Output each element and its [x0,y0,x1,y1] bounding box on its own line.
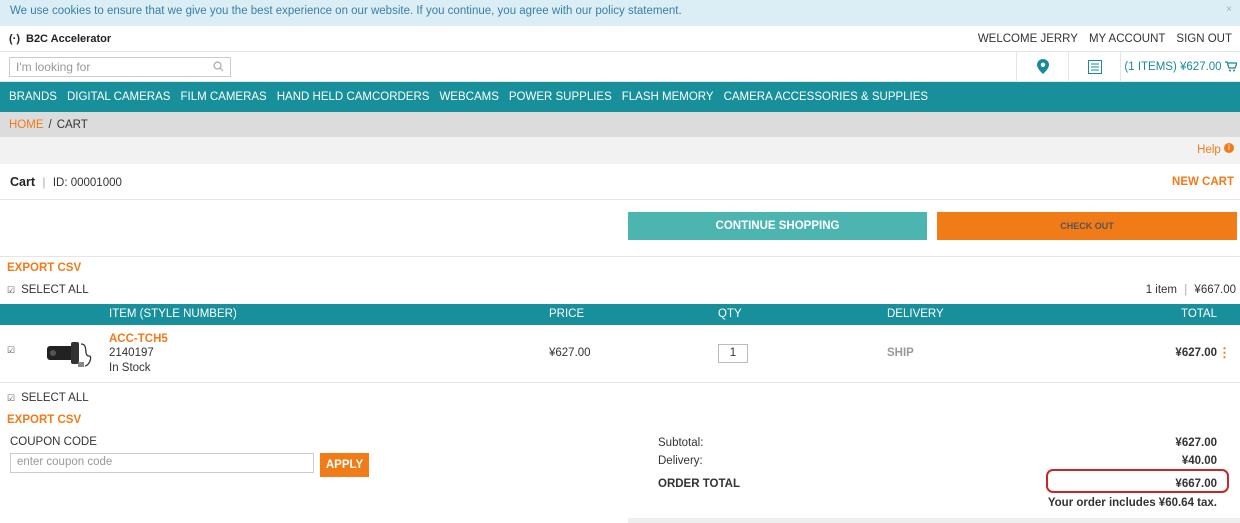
checkout-button[interactable]: CHECK OUT [937,212,1237,240]
item-count: 1 item [1145,284,1178,296]
cart-header: Cart | ID: 00001000 NEW CART [0,164,1240,200]
more-options-icon[interactable]: ⋮ [1218,345,1231,361]
bottom-divider [628,518,1240,523]
logo[interactable]: (·) B2C Accelerator [9,33,111,45]
stock-status: In Stock [109,362,151,374]
quantity-input[interactable]: 1 [718,344,748,363]
line-total: ¥627.00 [1175,347,1217,359]
nav-hand-held-camcorders[interactable]: HAND HELD CAMCORDERS [277,91,430,103]
help-info-icon[interactable]: i [1224,143,1234,153]
unit-price: ¥627.00 [549,347,591,359]
header-delivery: DELIVERY [887,308,944,320]
header-item: ITEM (STYLE NUMBER) [109,308,237,320]
new-cart-link[interactable]: NEW CART [1172,176,1234,188]
breadcrumb-current: CART [56,118,88,131]
subtotal-label: Subtotal: [658,437,704,449]
logo-text: B2C Accelerator [26,32,112,45]
top-bar: (·) B2C Accelerator WELCOME JERRY MY ACC… [0,26,1240,52]
close-icon[interactable]: × [1226,4,1232,15]
sign-out-link[interactable]: SIGN OUT [1176,33,1232,45]
cart-actions: CONTINUE SHOPPING CHECK OUT [0,200,1240,257]
product-image[interactable] [45,336,93,370]
header-total: TOTAL [1181,308,1217,320]
nav-film-cameras[interactable]: FILM CAMERAS [180,91,266,103]
header-price: PRICE [549,308,585,320]
breadcrumb: HOME / CART [0,112,1240,137]
search-icon[interactable] [213,61,224,72]
cart-table-header: ITEM (STYLE NUMBER) PRICE QTY DELIVERY T… [0,304,1240,325]
mini-cart-link[interactable]: (1 ITEMS) ¥627.00 [1120,51,1240,82]
my-account-link[interactable]: MY ACCOUNT [1089,33,1165,45]
nav-flash-memory[interactable]: FLASH MEMORY [622,91,714,103]
breadcrumb-home[interactable]: HOME [9,119,44,131]
product-code-link[interactable]: ACC-TCH5 [109,333,168,345]
style-number: 2140197 [109,347,154,359]
breadcrumb-separator: / [48,118,52,131]
welcome-link[interactable]: WELCOME JERRY [978,33,1078,45]
apply-coupon-button[interactable]: APPLY [320,453,369,477]
checkbox-icon[interactable]: ☑ [7,393,15,404]
nav-digital-cameras[interactable]: DIGITAL CAMERAS [67,91,171,103]
nav-power-supplies[interactable]: POWER SUPPLIES [509,91,612,103]
cart-icon [1224,61,1237,72]
search-input[interactable]: I'm looking for [9,56,231,77]
category-nav: BRANDS DIGITAL CAMERAS FILM CAMERAS HAND… [0,82,1240,112]
mini-cart-label: (1 ITEMS) ¥627.00 [1124,60,1222,73]
export-csv-link-bottom[interactable]: EXPORT CSV [7,414,81,426]
cart-title: Cart [10,174,36,189]
order-total-label: ORDER TOTAL [658,478,740,490]
delivery-method: SHIP [887,347,914,359]
help-link[interactable]: Help [1197,144,1221,156]
header-qty: QTY [718,308,742,320]
search-row: I'm looking for (1 ITEMS) ¥627.00 [0,51,1240,82]
nav-webcams[interactable]: WEBCAMS [439,91,498,103]
cookie-banner: We use cookies to ensure that we give yo… [0,0,1240,26]
table-row: ☑ ACC-TCH5 2140197 In Stock ¥627.00 1 SH… [0,325,1240,383]
map-pin-icon [1036,59,1049,74]
list-icon [1087,59,1102,74]
logo-icon: (·) [9,32,20,45]
highlight-box [1046,469,1229,493]
subtotal-value: ¥627.00 [1175,437,1217,449]
select-all-label: SELECT ALL [21,392,89,404]
checkbox-icon[interactable]: ☑ [7,285,15,296]
continue-shopping-button[interactable]: CONTINUE SHOPPING [628,212,927,240]
row-checkbox-icon[interactable]: ☑ [7,345,15,356]
quick-order-button[interactable] [1068,51,1120,82]
cookie-text: We use cookies to ensure that we give yo… [10,5,682,17]
cart-summary: 1 item | ¥667.00 [1145,284,1236,296]
select-all-top[interactable]: ☑ SELECT ALL [7,284,89,296]
delivery-value: ¥40.00 [1181,455,1217,467]
search-placeholder: I'm looking for [16,59,91,74]
coupon-code-input[interactable]: enter coupon code [10,453,314,473]
help-row: Help i [0,137,1240,164]
summary-total: ¥667.00 [1194,284,1236,296]
nav-brands[interactable]: BRANDS [9,91,57,103]
delivery-label: Delivery: [658,455,703,467]
export-csv-link-top[interactable]: EXPORT CSV [7,262,81,274]
select-all-label: SELECT ALL [21,284,89,296]
store-locator-button[interactable] [1016,51,1068,82]
nav-camera-accessories[interactable]: CAMERA ACCESSORIES & SUPPLIES [724,91,929,103]
coupon-label: COUPON CODE [10,436,97,448]
tax-note: Your order includes ¥60.64 tax. [1047,497,1217,509]
select-all-bottom[interactable]: ☑ SELECT ALL [7,392,89,404]
cart-id: ID: 00001000 [52,176,122,189]
